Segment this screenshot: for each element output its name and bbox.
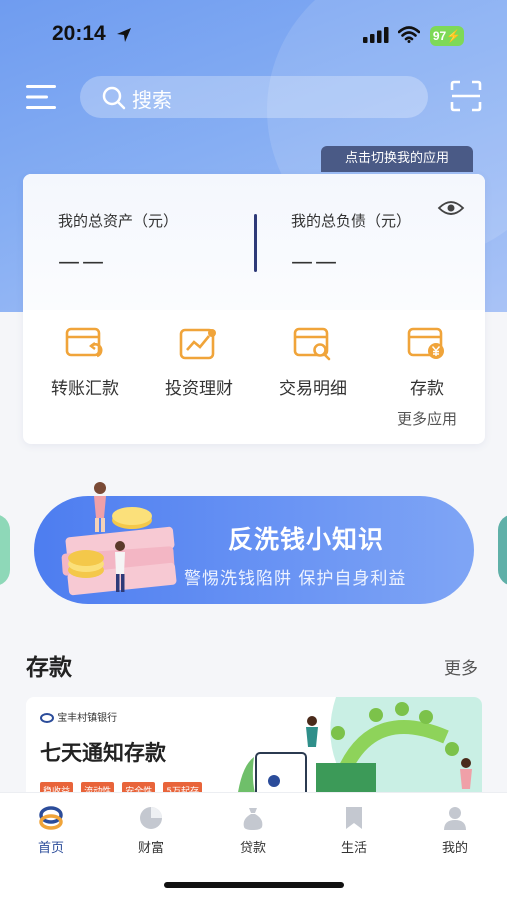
quick-action-transfer[interactable]: 转账汇款 <box>35 326 135 399</box>
tab-label: 我的 <box>441 841 468 856</box>
quick-action-label: 交易明细 <box>279 379 347 399</box>
tab-label: 首页 <box>37 841 64 856</box>
banner-title: 反洗钱小知识 <box>228 525 385 554</box>
deposit-yuan-icon <box>407 327 444 359</box>
quick-action-deposit[interactable]: 存款 <box>377 326 477 399</box>
loan-bag-icon <box>243 808 263 830</box>
tab-home[interactable]: 首页 <box>21 805 81 856</box>
charging-bolt-icon: ⚡ <box>446 29 462 43</box>
search-placeholder: 搜索 <box>132 88 172 112</box>
investment-chart-icon <box>179 328 216 360</box>
tab-life[interactable]: 生活 <box>324 805 384 856</box>
money-stack-illustration <box>61 482 177 596</box>
switch-app-tip[interactable]: 点击切换我的应用 <box>321 146 473 172</box>
location-arrow-icon <box>117 28 131 42</box>
transaction-search-icon <box>293 327 331 361</box>
quick-action-label: 转账汇款 <box>51 379 119 399</box>
more-apps-link[interactable]: 更多应用 <box>397 408 457 429</box>
battery-level: 97 <box>432 29 447 43</box>
bank-logo-icon <box>40 713 54 723</box>
quick-action-transactions[interactable]: 交易明细 <box>263 326 363 399</box>
transfer-card-icon <box>65 327 103 358</box>
anti-money-laundering-banner[interactable]: 反洗钱小知识 警惕洗钱陷阱 保护自身利益 <box>34 482 474 604</box>
profile-person-icon <box>444 807 466 830</box>
wifi-icon <box>398 26 420 43</box>
cellular-signal-icon <box>363 27 389 43</box>
battery-indicator: 97⚡ <box>430 26 464 46</box>
scan-icon[interactable] <box>450 80 482 112</box>
carousel-prev-peek[interactable] <box>0 514 10 586</box>
tab-loan[interactable]: 贷款 <box>223 805 283 856</box>
total-assets-value[interactable]: —— <box>58 250 106 275</box>
carousel-next-peek[interactable] <box>498 514 507 586</box>
promo-title: 七天通知存款 <box>40 741 166 765</box>
promo-bank-name: 宝丰村镇银行 <box>40 709 117 724</box>
seven-day-deposit-card[interactable]: 宝丰村镇银行 七天通知存款 稳收益 流动性 安全性 5万起存 <box>26 697 482 807</box>
banner-subtitle: 警惕洗钱陷阱 保护自身利益 <box>184 569 407 589</box>
total-assets-label: 我的总资产（元） <box>58 212 179 230</box>
total-debt-label: 我的总负债（元） <box>291 212 412 230</box>
tab-label: 生活 <box>340 841 367 856</box>
quick-action-label: 投资理财 <box>165 379 233 399</box>
promo-bank-label: 宝丰村镇银行 <box>57 713 118 724</box>
quick-action-investment[interactable]: 投资理财 <box>149 326 249 399</box>
tab-profile[interactable]: 我的 <box>425 805 485 856</box>
deposit-more-link[interactable]: 更多 <box>444 654 478 679</box>
asset-divider <box>254 214 257 272</box>
search-icon <box>102 86 126 110</box>
search-input[interactable]: 搜索 <box>80 76 428 118</box>
home-logo-icon <box>39 806 63 830</box>
total-debt-value[interactable]: —— <box>291 250 339 275</box>
quick-action-label: 存款 <box>410 379 444 399</box>
status-bar: 20:14 97⚡ <box>0 0 507 72</box>
life-bookmark-icon <box>346 807 362 829</box>
tab-wealth[interactable]: 财富 <box>121 805 181 856</box>
asset-card: 我的总资产（元） —— 我的总负债（元） —— 转账汇款 投资理财 交易明细 存… <box>23 174 485 444</box>
menu-icon[interactable] <box>26 84 58 110</box>
home-indicator <box>164 882 344 888</box>
eye-icon[interactable] <box>437 198 465 218</box>
deposit-section-title: 存款 <box>26 655 72 681</box>
wealth-pie-icon <box>140 807 162 829</box>
status-time: 20:14 <box>52 22 106 45</box>
deposit-illustration <box>236 697 482 807</box>
asset-summary: 我的总资产（元） —— 我的总负债（元） —— <box>23 174 485 310</box>
tab-label: 贷款 <box>239 841 266 856</box>
tab-label: 财富 <box>137 841 164 856</box>
